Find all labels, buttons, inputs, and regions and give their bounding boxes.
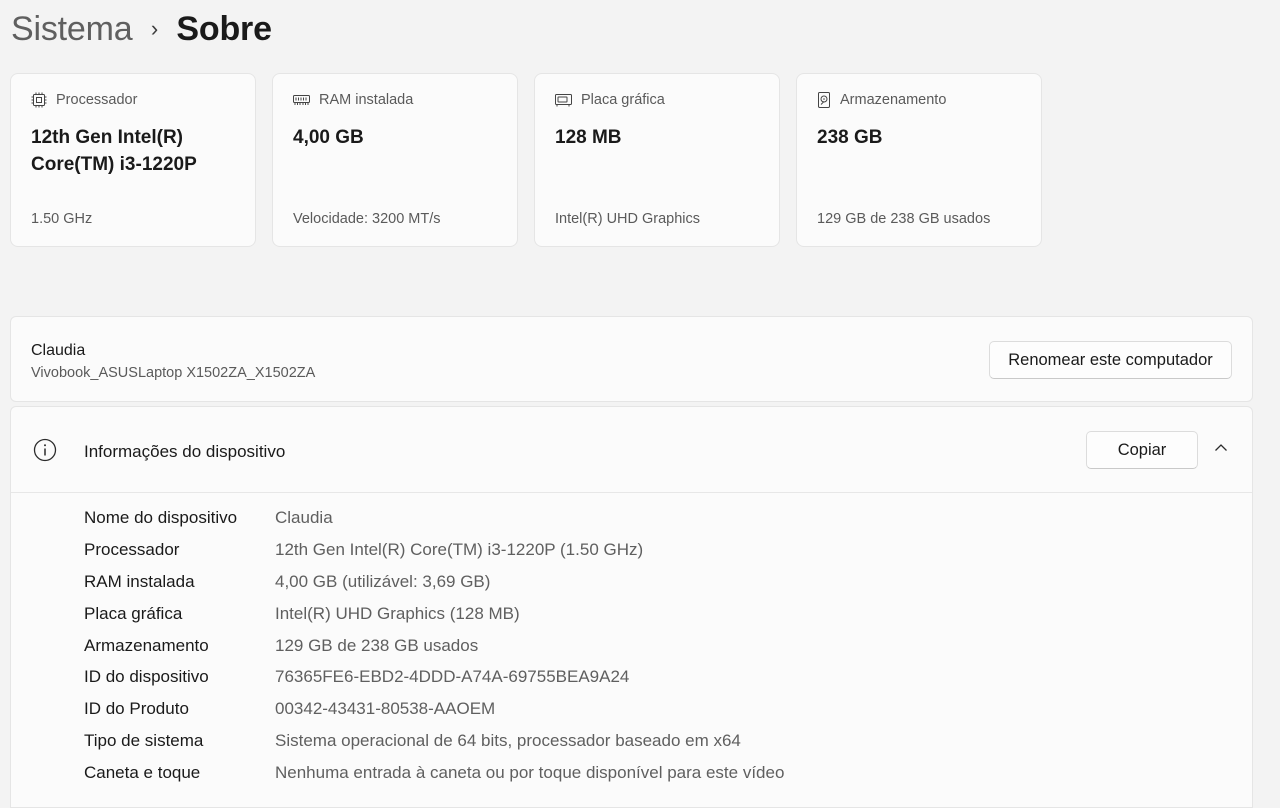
info-row-device-id: ID do dispositivo 76365FE6-EBD2-4DDD-A74…: [84, 661, 784, 693]
info-label: ID do Produto: [84, 699, 189, 719]
card-ram: RAM instalada 4,00 GB Velocidade: 3200 M…: [272, 73, 518, 247]
info-value: 00342-43431-80538-AAOEM: [275, 699, 496, 719]
card-ram-header: RAM instalada: [293, 92, 413, 108]
info-label: Tipo de sistema: [84, 731, 204, 751]
info-row-pen-touch: Caneta e toque Nenhuma entrada à caneta …: [84, 757, 784, 789]
info-row-ram: RAM instalada 4,00 GB (utilizável: 3,69 …: [84, 566, 784, 598]
card-processor-value: 12th Gen Intel(R) Core(TM) i3-1220P: [31, 127, 197, 175]
card-ram-value: 4,00 GB: [293, 127, 364, 148]
card-storage-value: 238 GB: [817, 127, 883, 148]
settings-about-page: Sistema › Sobre Processador 12th Gen Int…: [0, 0, 1280, 808]
storage-icon: [817, 92, 831, 108]
card-processor-sub: 1.50 GHz: [31, 211, 93, 227]
card-storage-label: Armazenamento: [840, 92, 947, 108]
card-graphics-value: 128 MB: [555, 127, 622, 148]
card-graphics-label: Placa gráfica: [581, 92, 665, 108]
info-value: Intel(R) UHD Graphics (128 MB): [275, 603, 520, 623]
card-ram-sub: Velocidade: 3200 MT/s: [293, 211, 441, 227]
chevron-right-icon: ›: [150, 16, 158, 41]
card-storage-sub: 129 GB de 238 GB usados: [817, 211, 991, 227]
graphics-card-icon: [555, 93, 572, 107]
info-value: Sistema operacional de 64 bits, processa…: [275, 731, 741, 751]
info-label: Placa gráfica: [84, 603, 183, 623]
device-info-panel: Informações do dispositivo Copiar Nome d…: [10, 406, 1253, 808]
info-row-graphics: Placa gráfica Intel(R) UHD Graphics (128…: [84, 598, 784, 630]
info-value: Nenhuma entrada à caneta ou por toque di…: [275, 763, 785, 783]
info-value: 12th Gen Intel(R) Core(TM) i3-1220P (1.5…: [275, 539, 644, 559]
card-graphics-header: Placa gráfica: [555, 92, 665, 108]
card-graphics-sub: Intel(R) UHD Graphics: [555, 211, 701, 227]
info-label: Nome do dispositivo: [84, 507, 238, 527]
info-row-processor: Processador 12th Gen Intel(R) Core(TM) i…: [84, 534, 784, 566]
info-label: ID do dispositivo: [84, 667, 209, 687]
card-storage-header: Armazenamento: [817, 92, 946, 108]
breadcrumb: Sistema › Sobre: [11, 6, 272, 52]
device-info-header[interactable]: Informações do dispositivo Copiar: [11, 407, 1252, 493]
computer-name: Claudia: [31, 342, 86, 359]
info-value: Claudia: [275, 507, 333, 527]
page-title: Sobre: [176, 9, 272, 48]
computer-model: Vivobook_ASUSLaptop X1502ZA_X1502ZA: [31, 365, 316, 381]
info-label: Armazenamento: [84, 635, 209, 655]
card-graphics: Placa gráfica 128 MB Intel(R) UHD Graphi…: [534, 73, 780, 247]
rename-computer-button[interactable]: Renomear este computador: [989, 341, 1232, 379]
info-row-product-id: ID do Produto 00342-43431-80538-AAOEM: [84, 693, 784, 725]
ram-icon: [293, 94, 310, 106]
copy-button[interactable]: Copiar: [1086, 431, 1198, 469]
info-row-device-name: Nome do dispositivo Claudia: [84, 502, 784, 534]
card-ram-label: RAM instalada: [319, 92, 414, 108]
card-storage: Armazenamento 238 GB 129 GB de 238 GB us…: [796, 73, 1042, 247]
info-value: 76365FE6-EBD2-4DDD-A74A-69755BEA9A24: [275, 667, 630, 687]
info-row-storage: Armazenamento 129 GB de 238 GB usados: [84, 630, 784, 662]
info-icon: [33, 438, 57, 467]
chevron-up-icon[interactable]: [1213, 440, 1229, 461]
info-value: 4,00 GB (utilizável: 3,69 GB): [275, 571, 491, 591]
spec-cards: Processador 12th Gen Intel(R) Core(TM) i…: [10, 73, 1042, 247]
breadcrumb-sistema[interactable]: Sistema: [11, 10, 133, 49]
processor-icon: [31, 92, 47, 108]
card-processor-label: Processador: [56, 92, 138, 108]
computer-name-panel: Claudia Vivobook_ASUSLaptop X1502ZA_X150…: [10, 316, 1253, 402]
info-value: 129 GB de 238 GB usados: [275, 635, 479, 655]
device-info-title: Informações do dispositivo: [84, 442, 286, 461]
card-processor-header: Processador: [31, 92, 137, 108]
info-label: Processador: [84, 539, 180, 559]
info-row-system-type: Tipo de sistema Sistema operacional de 6…: [84, 725, 784, 757]
info-label: RAM instalada: [84, 571, 195, 591]
device-info-list: Nome do dispositivo Claudia Processador …: [84, 502, 784, 789]
info-label: Caneta e toque: [84, 763, 201, 783]
card-processor: Processador 12th Gen Intel(R) Core(TM) i…: [10, 73, 256, 247]
